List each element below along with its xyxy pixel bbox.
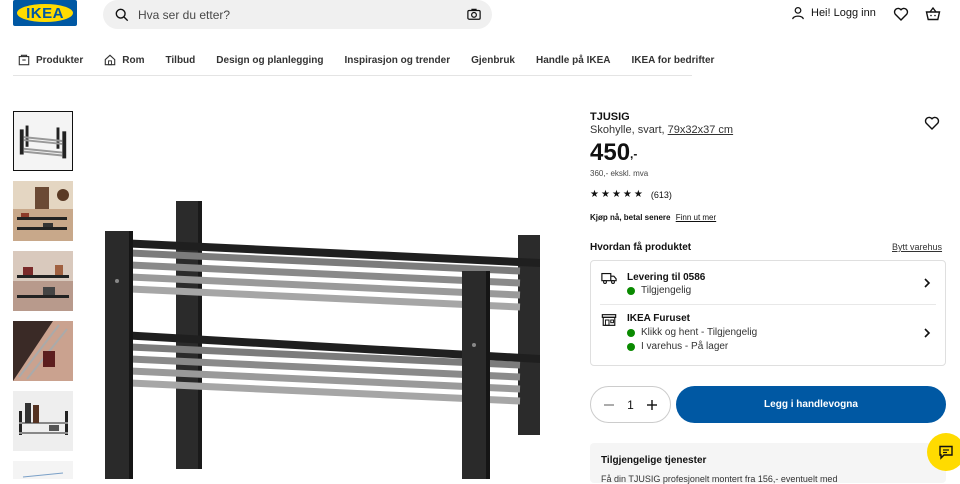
store-icon xyxy=(601,314,617,326)
services-title: Tilgjengelige tjenester xyxy=(601,455,707,466)
camera-icon[interactable] xyxy=(467,7,481,21)
plus-icon[interactable] xyxy=(646,399,658,411)
thumbnail-2[interactable] xyxy=(13,181,73,241)
nav-label: Gjenbruk xyxy=(471,54,515,66)
financing-info: Kjøp nå, betal senere Finn ut mer xyxy=(590,213,716,222)
store-status-stock-text: I varehus - På lager xyxy=(641,341,729,352)
favorite-heart-icon[interactable] xyxy=(924,115,940,131)
nav-item-offers[interactable]: Tilbud xyxy=(165,51,195,69)
drawing-thumbnail-image xyxy=(13,461,73,479)
change-store-link[interactable]: Bytt varehus xyxy=(892,242,942,252)
delivery-status: Tilgjengelig xyxy=(627,285,691,296)
thumbnail-1[interactable] xyxy=(13,111,73,171)
price-suffix: ,- xyxy=(630,147,638,161)
store-status-pickup: Klikk og hent - Tilgjengelig xyxy=(627,327,757,338)
shoe-rack-thumbnail-image xyxy=(14,112,72,170)
store-title[interactable]: IKEA Furuset xyxy=(627,313,690,324)
heart-icon[interactable] xyxy=(893,6,909,22)
nav-item-shopping[interactable]: Handle på IKEA xyxy=(536,51,610,69)
nav-item-business[interactable]: IKEA for bedrifter xyxy=(631,51,714,69)
hallway-photo-image xyxy=(13,181,73,241)
nav-label: IKEA for bedrifter xyxy=(631,54,715,66)
boots-photo-image xyxy=(13,391,73,451)
nav-label: Design og planlegging xyxy=(216,54,324,66)
nav-label: Rom xyxy=(122,54,145,66)
shoes-photo-image xyxy=(13,251,73,311)
nav-item-rooms[interactable]: Rom xyxy=(104,51,144,69)
financing-link[interactable]: Finn ut mer xyxy=(676,213,716,222)
services-text: Få din TJUSIG profesjonelt montert fra 1… xyxy=(601,474,838,484)
product-description-text: Skohylle, svart, xyxy=(590,124,665,136)
quantity-value[interactable]: 1 xyxy=(627,398,634,412)
closeup-photo-image xyxy=(13,321,73,381)
minus-icon[interactable] xyxy=(603,399,615,411)
house-icon xyxy=(104,54,116,66)
nav-label: Produkter xyxy=(36,54,84,66)
nav-label: Handle på IKEA xyxy=(536,54,611,66)
search-bar[interactable] xyxy=(103,0,492,29)
user-icon xyxy=(792,6,804,20)
box-icon xyxy=(18,54,30,66)
logo-text: IKEA xyxy=(26,4,64,22)
thumbnail-6[interactable] xyxy=(13,461,73,479)
status-dot xyxy=(627,286,635,295)
chat-icon xyxy=(939,445,953,460)
thumbnail-3[interactable] xyxy=(13,251,73,311)
ikea-logo[interactable]: IKEA xyxy=(13,0,77,26)
status-dot xyxy=(627,328,635,337)
price-value: 450 xyxy=(590,139,631,166)
nav-item-inspiration[interactable]: Inspirasjon og trender xyxy=(345,51,451,69)
nav-item-design[interactable]: Design og planlegging xyxy=(216,51,323,69)
chat-button[interactable] xyxy=(927,433,960,471)
login-link[interactable]: Hei! Logg inn xyxy=(791,6,876,20)
availability-title: Hvordan få produktet xyxy=(590,242,692,253)
chevron-right-icon[interactable] xyxy=(922,328,932,338)
product-name: TJUSIG xyxy=(590,111,630,123)
thumbnail-5[interactable] xyxy=(13,391,73,451)
truck-icon xyxy=(601,272,617,284)
thumbnail-4[interactable] xyxy=(13,321,73,381)
availability-divider xyxy=(600,304,936,305)
quantity-stepper[interactable]: 1 xyxy=(590,386,671,423)
store-status-stock: I varehus - På lager xyxy=(627,341,728,352)
star-icon: ★ xyxy=(590,189,599,200)
store-status-pickup-text: Klikk og hent - Tilgjengelig xyxy=(641,327,758,338)
product-dimensions-link[interactable]: 79x32x37 cm xyxy=(668,124,733,136)
financing-label: Kjøp nå, betal senere xyxy=(590,213,671,222)
nav-label: Inspirasjon og trender xyxy=(344,54,451,66)
main-nav: Produkter Rom Tilbud Design og planleggi… xyxy=(18,51,735,69)
star-icon: ★ xyxy=(622,189,632,200)
delivery-title[interactable]: Levering til 0586 xyxy=(627,272,705,283)
star-icon: ★ xyxy=(611,189,621,200)
search-icon xyxy=(115,8,129,21)
delivery-status-text: Tilgjengelig xyxy=(641,285,692,296)
add-to-cart-button[interactable]: Legg i handlevogna xyxy=(676,386,946,423)
product-main-image[interactable] xyxy=(100,195,550,479)
nav-item-reuse[interactable]: Gjenbruk xyxy=(471,51,515,69)
status-dot xyxy=(627,342,635,351)
star-icon: ★ xyxy=(633,189,643,200)
nav-divider xyxy=(13,75,692,76)
product-description: Skohylle, svart, 79x32x37 cm xyxy=(590,124,733,136)
nav-label: Tilbud xyxy=(165,54,196,66)
nav-item-products[interactable]: Produkter xyxy=(18,51,83,69)
logo-oval: IKEA xyxy=(17,4,73,22)
price-ex-vat: 360,- ekskl. mva xyxy=(590,169,649,178)
login-label: Hei! Logg inn xyxy=(811,7,876,19)
rating[interactable]: ★ ★ ★ ★ ★ (613) xyxy=(590,189,672,200)
chevron-right-icon[interactable] xyxy=(922,278,932,288)
star-icon: ★ xyxy=(600,189,610,200)
search-input[interactable] xyxy=(138,7,458,22)
review-count: (613) xyxy=(650,189,672,200)
shopping-bag-icon[interactable] xyxy=(925,6,941,22)
product-price: 450 ,- xyxy=(590,139,637,167)
